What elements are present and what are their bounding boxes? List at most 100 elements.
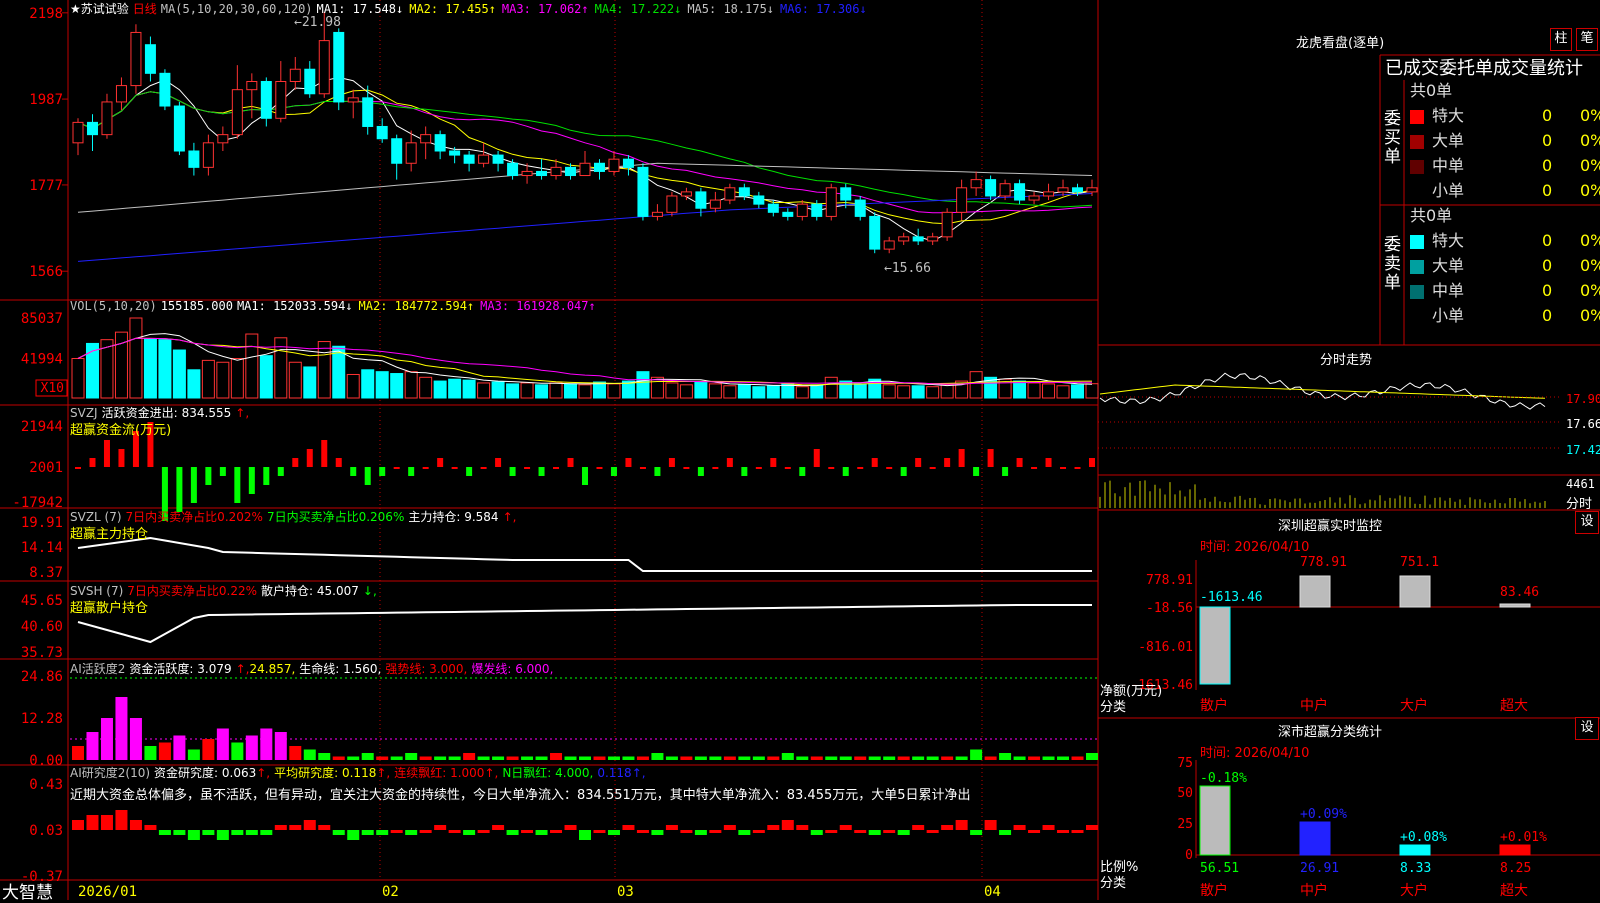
svsh-t2: 散户持仓: 45.007 (261, 584, 359, 598)
svzj-bar (495, 458, 501, 467)
volume-bar (898, 386, 910, 398)
svzj-bar (118, 449, 124, 467)
ai-research-t1: 资金研究度: 0.063 (154, 766, 256, 780)
candle (493, 155, 503, 163)
svzj-bar (814, 449, 820, 467)
ai-research-bar (86, 815, 98, 830)
ai-active-label: AI活跃度2 (70, 662, 125, 676)
classify-settings-button[interactable]: 设 (1575, 717, 1599, 740)
candle (247, 82, 257, 90)
svsh-y-tick: 45.65 (21, 593, 63, 609)
ai-active-bar (115, 697, 127, 760)
ai-active-bar (985, 757, 997, 761)
svzj-bar (249, 467, 255, 494)
volume-bar (217, 362, 229, 398)
svzl-label: SVZL (7) (70, 510, 122, 524)
volume-bar (333, 346, 345, 398)
ai-research-bar (420, 830, 432, 833)
monitor-settings-button[interactable]: 设 (1575, 511, 1599, 534)
svzj-bar (857, 467, 863, 469)
svzl-t2: 7日内买卖净占比0.206% (267, 510, 404, 524)
svsh-line (78, 605, 1092, 642)
vol-value: 155185.000 (161, 299, 233, 313)
svzj-bar (75, 467, 81, 469)
ai-active-y-tick: 24.86 (21, 669, 63, 685)
candle (812, 204, 822, 216)
column-mode-button[interactable]: 柱 (1550, 28, 1572, 51)
ai-active-bar (318, 753, 330, 760)
volume-bar (912, 386, 924, 398)
candle (276, 82, 286, 119)
classify-y-tick: 75 (1177, 756, 1193, 771)
candle (681, 192, 691, 196)
ai-research-bar (753, 830, 765, 833)
ai-active-bar (927, 757, 939, 761)
ai-research-t2-arrow: ↑, (376, 766, 390, 780)
svzj-bar (321, 440, 327, 467)
svzj-bar (539, 467, 545, 476)
candle (377, 126, 387, 138)
candle (768, 204, 778, 212)
ai-research-bar (478, 830, 490, 833)
candle (145, 45, 155, 74)
ma-value: MA3: 17.062↑ (502, 2, 589, 16)
ai-research-bar (695, 830, 707, 835)
order-pct: 0% (1580, 181, 1600, 200)
candle (870, 216, 880, 249)
volume-bar (536, 385, 548, 398)
ma-value: MA1: 17.548↓ (317, 2, 404, 16)
svzj-bar (698, 467, 704, 476)
monitor-bar-label: 778.91 (1300, 555, 1347, 570)
candle (1058, 188, 1068, 192)
ai-research-bar (449, 830, 461, 833)
volume-bar (231, 358, 243, 398)
monitor-y-tick: -18.56 (1146, 601, 1193, 616)
classify-bar-label: +0.09% (1300, 807, 1347, 822)
moving-average-line (78, 194, 1092, 262)
volume-bar (825, 377, 837, 398)
intraday-vol-label: 分时 (1566, 493, 1592, 512)
period-label[interactable]: 日线 (133, 2, 157, 16)
volume-bar (72, 358, 84, 398)
monitor-x-label: 中户 (1300, 697, 1328, 714)
candle (855, 200, 865, 216)
price-y-tick: 2198 (29, 6, 63, 22)
monitor-bar-label: 83.46 (1500, 585, 1539, 600)
ai-research-t4: N日飘红: 4.000, (502, 766, 593, 780)
candle (551, 167, 561, 175)
ai-active-bar (622, 757, 634, 761)
classify-bar (1300, 822, 1330, 855)
ai-active-bar (391, 757, 403, 761)
volume-bar (159, 340, 171, 398)
volume-bar (608, 384, 620, 398)
ai-research-bar (1057, 830, 1069, 833)
order-row: 小单 0 0% (1410, 179, 1600, 203)
x-axis-label: 03 (617, 884, 634, 900)
svzj-desc: 活跃资金进出: (102, 406, 178, 420)
ai-research-t5-arrow: ↑, (632, 766, 646, 780)
candle (232, 90, 242, 135)
svzj-bar (582, 467, 588, 485)
svzl-arrow: ↑, (503, 510, 517, 524)
ma-value: MA4: 17.222↓ (595, 2, 682, 16)
volume-bar (796, 387, 808, 398)
order-size-label: 中单 (1432, 279, 1542, 303)
ai-active-bar (956, 757, 968, 761)
monitor-bar (1400, 576, 1430, 607)
color-swatch-icon (1410, 135, 1424, 149)
stock-name[interactable]: 苏试试验 (81, 2, 129, 16)
candle (479, 155, 489, 163)
ai-research-t2: 平均研究度: 0.118 (274, 766, 376, 780)
svzl-sub: 超赢主力持仓 (70, 523, 148, 542)
candle (102, 102, 112, 135)
candle (971, 180, 981, 188)
svzj-bar (828, 467, 834, 469)
ai-active-bar (593, 757, 605, 761)
classify-title: 深市超赢分类统计 (1278, 721, 1382, 740)
svzj-arrow: ↑, (235, 406, 249, 420)
candle (1044, 192, 1054, 196)
tick-mode-button[interactable]: 笔 (1576, 28, 1598, 51)
ai-research-bar (347, 830, 359, 840)
volume-bar (434, 381, 446, 398)
ai-active-bar (869, 757, 881, 761)
